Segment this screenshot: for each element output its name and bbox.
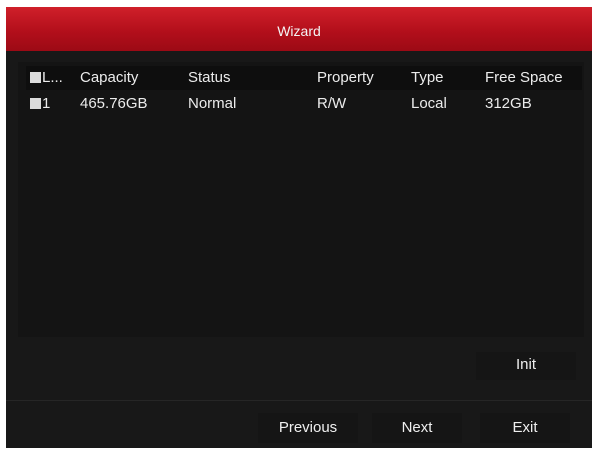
window-title: Wizard bbox=[277, 23, 321, 39]
cell-capacity: 465.76GB bbox=[80, 95, 148, 112]
column-header-capacity: Capacity bbox=[80, 69, 139, 86]
column-header-status: Status bbox=[188, 69, 231, 86]
next-button[interactable]: Next bbox=[372, 413, 462, 443]
column-header-label: L... bbox=[42, 69, 63, 86]
exit-button[interactable]: Exit bbox=[480, 413, 570, 443]
row-checkbox[interactable] bbox=[30, 98, 41, 109]
column-header-free-space: Free Space bbox=[485, 69, 563, 86]
cell-free-space: 312GB bbox=[485, 95, 532, 112]
footer-divider bbox=[6, 400, 592, 401]
hdd-table: L... Capacity Status Property Type Free … bbox=[18, 62, 584, 337]
cell-property: R/W bbox=[317, 95, 347, 112]
wizard-window: Wizard L... Capacity Status Property Typ… bbox=[6, 7, 592, 448]
init-button[interactable]: Init bbox=[476, 352, 576, 380]
cell-label: 1 bbox=[42, 95, 51, 112]
table-header: L... Capacity Status Property Type Free … bbox=[26, 66, 582, 90]
column-header-property: Property bbox=[317, 69, 374, 86]
cell-type: Local bbox=[411, 95, 447, 112]
previous-button[interactable]: Previous bbox=[258, 413, 358, 443]
title-bar: Wizard bbox=[6, 7, 592, 51]
column-header-type: Type bbox=[411, 69, 444, 86]
table-row[interactable]: 1 465.76GB Normal R/W Local 312GB bbox=[26, 92, 582, 116]
cell-status: Normal bbox=[188, 95, 237, 112]
select-all-checkbox[interactable] bbox=[30, 72, 41, 83]
